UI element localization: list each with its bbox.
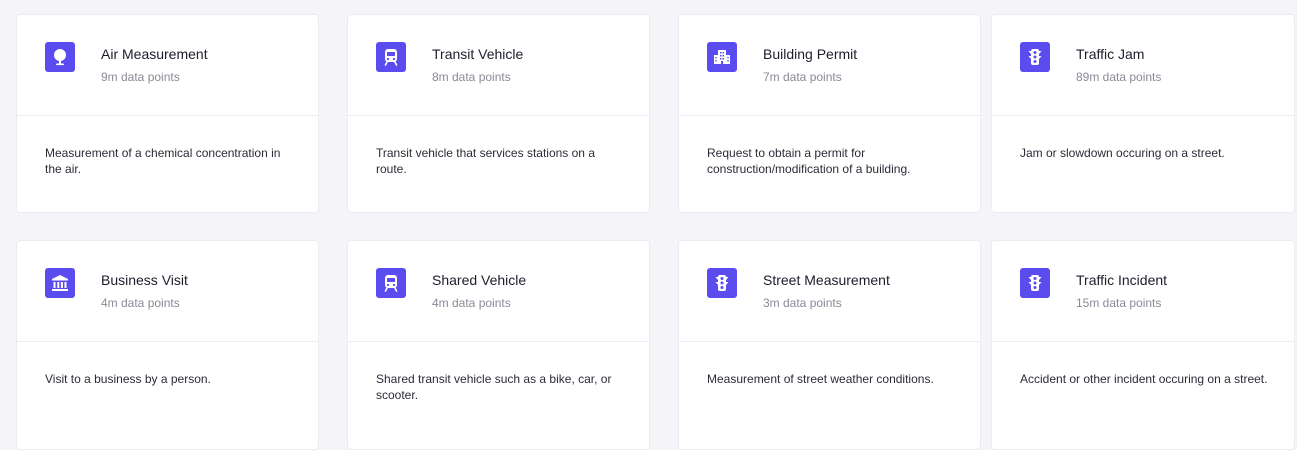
card-data-points: 4m data points: [101, 296, 180, 310]
card-title: Traffic Incident: [1076, 272, 1168, 288]
card-data-points: 4m data points: [432, 296, 511, 310]
card-title: Traffic Jam: [1076, 46, 1145, 62]
dataset-card-shared-vehicle[interactable]: Shared Vehicle 4m data points Shared tra…: [347, 240, 650, 450]
dataset-card-business-visit[interactable]: Business Visit 4m data points Visit to a…: [16, 240, 319, 450]
map-pin-icon: [45, 42, 75, 72]
card-description: Measurement of a chemical concentration …: [45, 146, 281, 176]
building-icon: [707, 42, 737, 72]
card-data-points: 3m data points: [763, 296, 842, 310]
card-header: Business Visit 4m data points: [17, 241, 318, 342]
card-header: Street Measurement 3m data points: [679, 241, 980, 342]
card-data-points: 89m data points: [1076, 70, 1162, 84]
card-description: Accident or other incident occuring on a…: [1020, 372, 1268, 386]
dataset-card-building-permit[interactable]: Building Permit 7m data points Request t…: [678, 14, 981, 213]
card-title: Street Measurement: [763, 272, 890, 288]
dataset-card-street-measurement[interactable]: Street Measurement 3m data points Measur…: [678, 240, 981, 450]
card-header: Air Measurement 9m data points: [17, 15, 318, 116]
card-title: Air Measurement: [101, 46, 208, 62]
train-icon: [376, 268, 406, 298]
train-icon: [376, 42, 406, 72]
card-data-points: 8m data points: [432, 70, 511, 84]
dataset-card-traffic-incident[interactable]: Traffic Incident 15m data points Acciden…: [991, 240, 1295, 450]
traffic-light-icon: [1020, 268, 1050, 298]
dataset-card-transit-vehicle[interactable]: Transit Vehicle 8m data points Transit v…: [347, 14, 650, 213]
card-header: Shared Vehicle 4m data points: [348, 241, 649, 342]
card-description: Transit vehicle that services stations o…: [376, 146, 595, 176]
card-header: Transit Vehicle 8m data points: [348, 15, 649, 116]
card-header: Traffic Jam 89m data points: [992, 15, 1294, 116]
card-description: Visit to a business by a person.: [45, 372, 211, 386]
card-header: Traffic Incident 15m data points: [992, 241, 1294, 342]
card-title: Shared Vehicle: [432, 272, 527, 288]
card-description: Measurement of street weather conditions…: [707, 372, 934, 386]
card-title: Business Visit: [101, 272, 188, 288]
card-data-points: 15m data points: [1076, 296, 1162, 310]
card-data-points: 9m data points: [101, 70, 180, 84]
card-title: Transit Vehicle: [432, 46, 524, 62]
dataset-card-traffic-jam[interactable]: Traffic Jam 89m data points Jam or slowd…: [991, 14, 1295, 213]
dataset-card-grid: Air Measurement 9m data points Measureme…: [16, 14, 1297, 450]
traffic-light-icon: [1020, 42, 1050, 72]
card-description: Request to obtain a permit for construct…: [707, 146, 911, 176]
card-header: Building Permit 7m data points: [679, 15, 980, 116]
card-description: Shared transit vehicle such as a bike, c…: [376, 372, 612, 402]
card-description: Jam or slowdown occuring on a street.: [1020, 146, 1225, 160]
bank-icon: [45, 268, 75, 298]
dataset-card-air-measurement[interactable]: Air Measurement 9m data points Measureme…: [16, 14, 319, 213]
card-title: Building Permit: [763, 46, 858, 62]
card-data-points: 7m data points: [763, 70, 842, 84]
traffic-light-icon: [707, 268, 737, 298]
